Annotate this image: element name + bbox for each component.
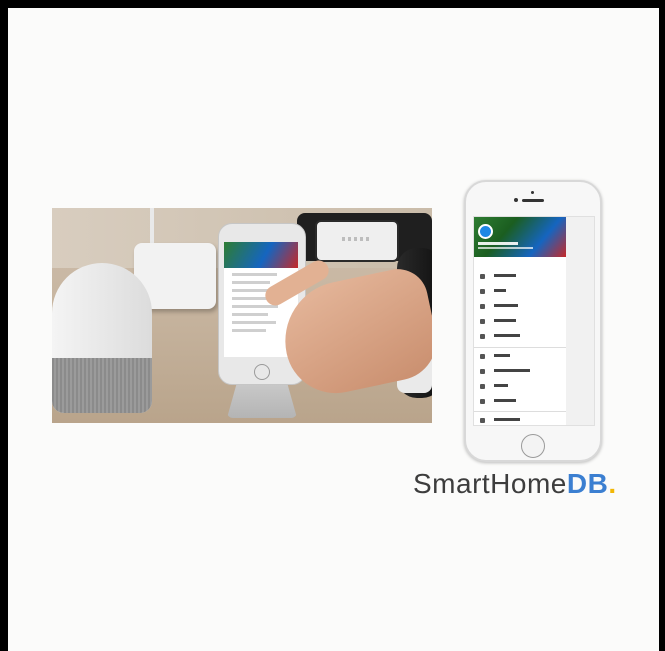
more-icon: [480, 332, 564, 342]
earpiece: [522, 199, 544, 202]
smart-plug: [315, 220, 399, 262]
offers-icon: [480, 382, 564, 392]
phone-mockup: [464, 180, 602, 462]
avatar: [478, 224, 493, 239]
account-icon: [480, 367, 564, 377]
plus-icon: [480, 397, 564, 407]
phone-in-photo-home-button: [254, 364, 270, 380]
camera-icon: [514, 198, 518, 202]
logo-smarthome-text: SmartHome: [413, 468, 567, 499]
music-icon: [480, 287, 564, 297]
list-icon: [480, 317, 564, 327]
product-photo: [52, 208, 432, 423]
store-icon: [480, 416, 564, 425]
home-button: [521, 434, 545, 458]
home-control-icon: [480, 302, 564, 312]
logo-dot: .: [608, 468, 617, 499]
smart-speaker-base: [52, 358, 152, 413]
logo-db-text: DB: [566, 468, 609, 499]
phone-screen: [473, 216, 595, 426]
smarthomedb-logo: SmartHomeDB.: [413, 468, 617, 500]
chat-icon: [480, 272, 564, 282]
drawer-header: [474, 217, 566, 257]
image-frame: SmartHomeDB.: [8, 8, 659, 651]
devices-icon: [480, 352, 564, 362]
